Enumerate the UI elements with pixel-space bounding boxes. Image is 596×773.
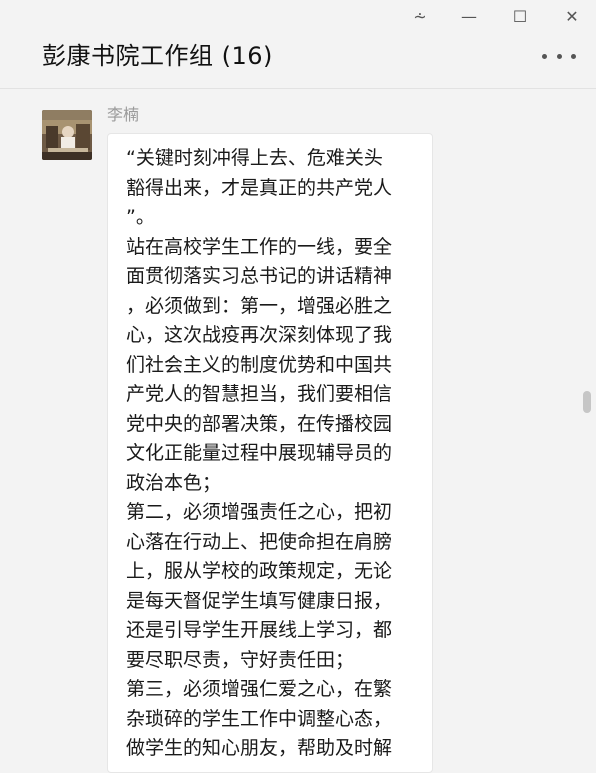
- close-button[interactable]: ✕: [560, 6, 584, 28]
- sender-name: 李楠: [107, 105, 140, 124]
- more-dot: [571, 53, 576, 59]
- maximize-button[interactable]: ☐: [508, 6, 532, 28]
- message-list[interactable]: 李楠 “关键时刻冲得上去、危难关头 豁得出来，才是真正的共产党人 ”。 站在高校…: [0, 89, 596, 773]
- scrollbar-thumb[interactable]: [583, 391, 591, 413]
- avatar-image: [42, 110, 92, 160]
- more-dot: [542, 53, 547, 59]
- chat-header: 彭康书院工作组 (16): [0, 30, 596, 89]
- message-text: “关键时刻冲得上去、危难关头 豁得出来，才是真正的共产党人 ”。 站在高校学生工…: [126, 147, 393, 759]
- minimize-button[interactable]: —: [457, 6, 481, 28]
- more-options-icon[interactable]: [542, 44, 576, 68]
- window-titlebar: ⩪ — ☐ ✕: [0, 0, 596, 34]
- chat-title: 彭康书院工作组 (16): [42, 42, 273, 70]
- more-dot: [556, 53, 562, 59]
- message-bubble[interactable]: “关键时刻冲得上去、危难关头 豁得出来，才是真正的共产党人 ”。 站在高校学生工…: [107, 133, 433, 773]
- pin-icon[interactable]: ⩪: [408, 6, 432, 28]
- sender-avatar[interactable]: [42, 110, 92, 160]
